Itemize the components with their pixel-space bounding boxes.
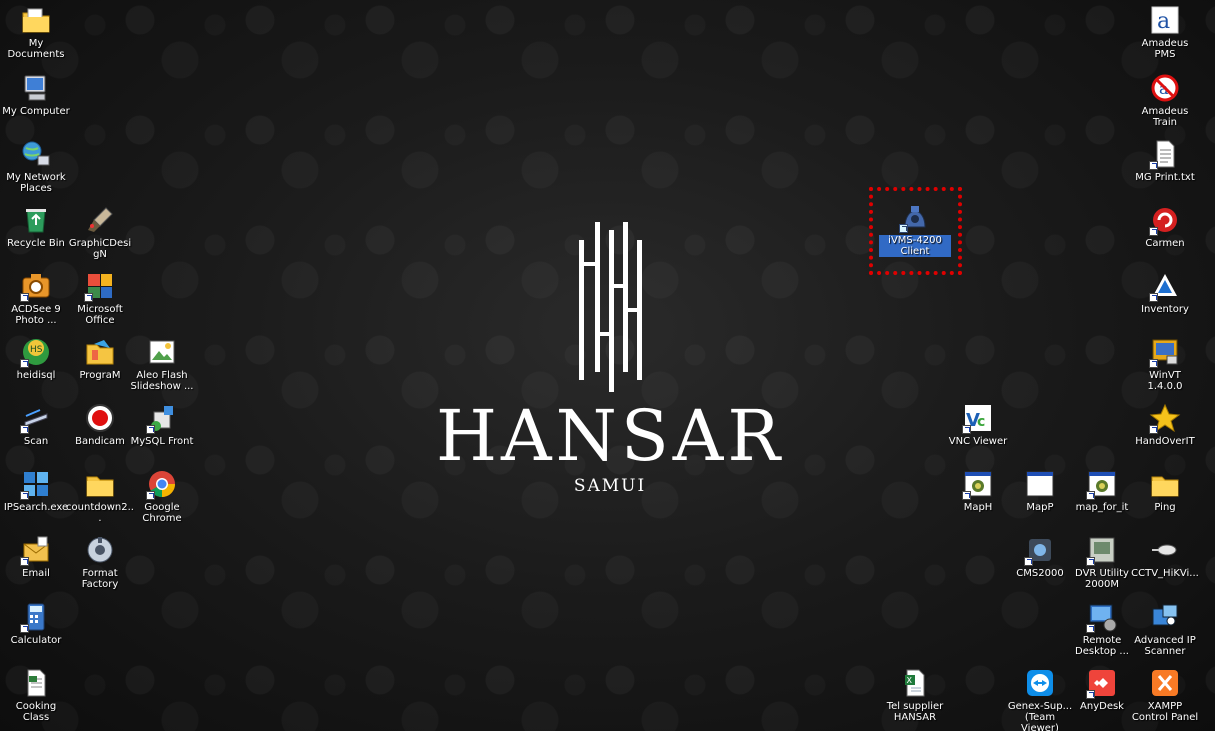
calculator-icon xyxy=(20,601,52,633)
desktop-icon-format-factory[interactable]: Format Factory xyxy=(64,534,136,590)
office-icon xyxy=(84,270,116,302)
desktop-icon-inventory[interactable]: Inventory xyxy=(1129,270,1201,315)
camera-icon xyxy=(20,270,52,302)
slideshow-icon xyxy=(146,336,178,368)
excel-icon: X xyxy=(899,667,931,699)
heidisql-icon: HS xyxy=(20,336,52,368)
scanner-icon xyxy=(20,402,52,434)
network-icon xyxy=(20,138,52,170)
desktop-icon-carmen[interactable]: Carmen xyxy=(1129,204,1201,249)
document-icon xyxy=(20,667,52,699)
desktop[interactable]: HANSAR SAMUI My Documents My Computer My… xyxy=(0,0,1215,731)
svg-text:c: c xyxy=(977,414,985,430)
anydesk-icon xyxy=(1086,667,1118,699)
ipsearch-icon xyxy=(20,468,52,500)
computer-icon xyxy=(20,72,52,104)
email-icon xyxy=(20,534,52,566)
amadeus-icon: a xyxy=(1149,4,1181,36)
desktop-icon-graphicdesign[interactable]: GraphiCDesigN xyxy=(64,204,136,260)
teamviewer-icon xyxy=(1024,667,1056,699)
desktop-icon-map-for-it[interactable]: map_for_it xyxy=(1066,468,1138,513)
desktop-icon-acdsee[interactable]: ACDSee 9 Photo ... xyxy=(0,270,72,326)
ip-scanner-icon xyxy=(1149,601,1181,633)
wallpaper-logo: HANSAR SAMUI xyxy=(420,222,800,552)
desktop-icon-vnc-viewer[interactable]: Vc VNC Viewer xyxy=(942,402,1014,447)
desktop-icon-amadeus-train[interactable]: a Amadeus Train xyxy=(1129,72,1201,128)
wallpaper-location: SAMUI xyxy=(573,476,647,496)
folder-icon xyxy=(1149,468,1181,500)
dvr-icon xyxy=(1086,534,1118,566)
desktop-icon-aleo-flash[interactable]: Aleo Flash Slideshow ... xyxy=(126,336,198,392)
recycle-bin-icon xyxy=(20,204,52,236)
wallpaper-brand: HANSAR xyxy=(435,395,785,477)
desktop-icon-mysql-front[interactable]: MySQL Front xyxy=(126,402,198,447)
desktop-icon-email[interactable]: Email xyxy=(0,534,72,579)
svg-text:a: a xyxy=(1157,9,1170,34)
folder-icon xyxy=(84,468,116,500)
desktop-icon-my-network-places[interactable]: My Network Places xyxy=(0,138,72,194)
xampp-icon xyxy=(1149,667,1181,699)
inventory-icon xyxy=(1149,270,1181,302)
star-icon xyxy=(1149,402,1181,434)
record-icon xyxy=(84,402,116,434)
desktop-icon-tel-supplier[interactable]: X Tel supplier HANSAR xyxy=(879,667,951,723)
blank-window-icon xyxy=(1024,468,1056,500)
desktop-icon-cctv-hikvi[interactable]: CCTV_HiKVi... xyxy=(1129,534,1201,579)
chrome-icon xyxy=(146,468,178,500)
window-app-icon xyxy=(962,468,994,500)
annotation-highlight-box xyxy=(869,187,962,275)
desktop-icon-handoverit[interactable]: HandOverIT xyxy=(1129,402,1201,447)
hansar-emblem xyxy=(579,222,642,392)
desktop-icon-microsoft-office[interactable]: Microsoft Office xyxy=(64,270,136,326)
desktop-icon-advanced-ip-scanner[interactable]: Advanced IP Scanner xyxy=(1129,601,1201,657)
svg-text:HS: HS xyxy=(30,345,43,355)
remote-desktop-icon xyxy=(1086,601,1118,633)
vnc-icon: Vc xyxy=(962,402,994,434)
format-factory-icon xyxy=(84,534,116,566)
desktop-icon-dvr-utility[interactable]: DVR Utility 2000M xyxy=(1066,534,1138,590)
desktop-icon-google-chrome[interactable]: Google Chrome xyxy=(126,468,198,524)
desktop-icon-ping[interactable]: Ping xyxy=(1129,468,1201,513)
desktop-icon-cooking-class[interactable]: Cooking Class xyxy=(0,667,72,723)
winvt-icon xyxy=(1149,336,1181,368)
paint-brush-icon xyxy=(84,204,116,236)
carmen-icon xyxy=(1149,204,1181,236)
desktop-icon-my-computer[interactable]: My Computer xyxy=(0,72,72,117)
amadeus-train-icon: a xyxy=(1149,72,1181,104)
program-folder-icon xyxy=(84,336,116,368)
desktop-icon-anydesk[interactable]: AnyDesk xyxy=(1066,667,1138,712)
desktop-icon-xampp[interactable]: XAMPP Control Panel xyxy=(1129,667,1201,723)
desktop-icon-recycle-bin[interactable]: Recycle Bin xyxy=(0,204,72,249)
desktop-icon-ipsearch[interactable]: IPSearch.exe xyxy=(0,468,72,513)
text-file-icon xyxy=(1149,138,1181,170)
desktop-icon-calculator[interactable]: Calculator xyxy=(0,601,72,646)
folder-documents-icon xyxy=(20,4,52,36)
desktop-icon-mg-print[interactable]: MG Print.txt xyxy=(1129,138,1201,183)
database-icon xyxy=(146,402,178,434)
svg-text:X: X xyxy=(907,676,913,685)
desktop-icon-amadeus-pms[interactable]: a Amadeus PMS xyxy=(1129,4,1201,60)
window-app-icon xyxy=(1086,468,1118,500)
mouse-icon xyxy=(1149,534,1181,566)
desktop-icon-my-documents[interactable]: My Documents xyxy=(0,4,72,60)
desktop-icon-heidisql[interactable]: HS heidisql xyxy=(0,336,72,381)
desktop-icon-scan[interactable]: Scan xyxy=(0,402,72,447)
desktop-icon-winvt[interactable]: WinVT 1.4.0.0 xyxy=(1129,336,1201,392)
cms-icon xyxy=(1024,534,1056,566)
desktop-icon-remote-desktop[interactable]: Remote Desktop ... xyxy=(1066,601,1138,657)
